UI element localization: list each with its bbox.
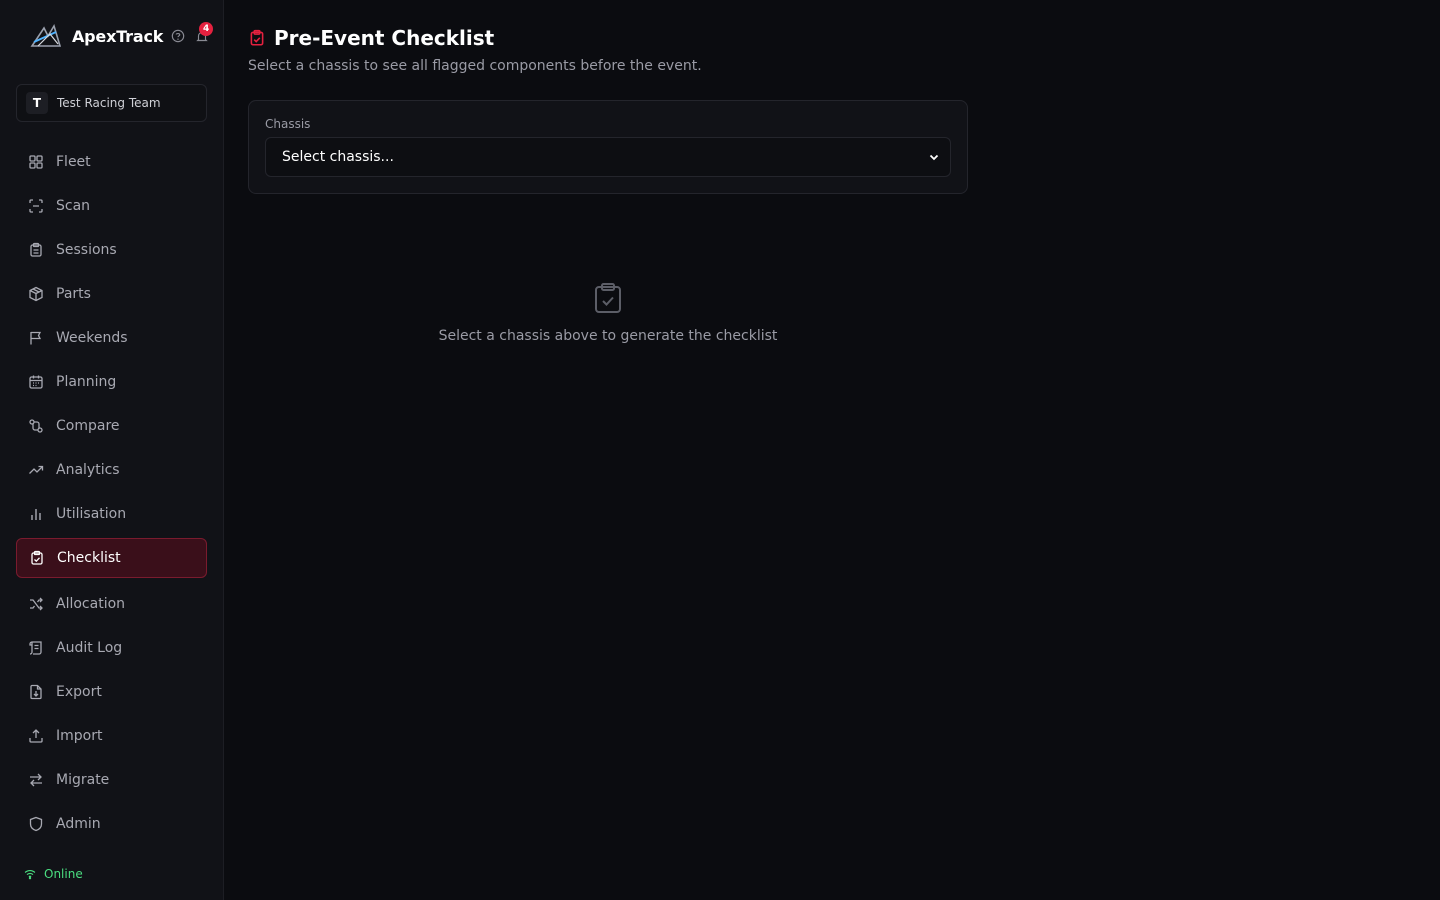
team-name: Test Racing Team <box>57 96 161 110</box>
bar-chart-icon <box>31 509 41 520</box>
sidebar-item-utilisation[interactable]: Utilisation <box>16 494 207 534</box>
chassis-select[interactable]: Select chassis... <box>265 137 951 177</box>
page-subtitle: Select a chassis to see all flagged comp… <box>248 58 702 74</box>
clipboard-check-icon <box>250 29 264 46</box>
page-header: Pre-Event Checklist Select a chassis to … <box>248 24 702 74</box>
help-icon[interactable] <box>171 29 185 43</box>
page-title: Pre-Event Checklist <box>274 26 495 50</box>
sidebar-item-weekends[interactable]: Weekends <box>16 318 207 358</box>
sidebar-item-label: Analytics <box>56 462 120 478</box>
sidebar-item-label: Audit Log <box>56 640 123 656</box>
sidebar-item-label: Checklist <box>57 550 121 566</box>
sidebar-item-label: Admin <box>56 816 101 832</box>
main-content: Pre-Event Checklist Select a chassis to … <box>224 0 1440 900</box>
clipboard-icon <box>30 242 42 257</box>
scroll-icon <box>29 641 42 655</box>
sidebar-item-fleet[interactable]: Fleet <box>16 142 207 182</box>
shield-icon <box>29 816 43 832</box>
sidebar-item-label: Planning <box>56 374 117 390</box>
chassis-label: Chassis <box>265 117 311 131</box>
sidebar-item-checklist[interactable]: Checklist <box>16 538 207 578</box>
sidebar-item-label: Compare <box>56 418 120 434</box>
clipboard-check-icon <box>31 550 43 565</box>
scan-icon <box>29 199 43 213</box>
sidebar-item-import[interactable]: Import <box>16 716 207 756</box>
sidebar-item-label: Import <box>56 728 103 744</box>
grid-icon <box>29 155 43 169</box>
compare-icon <box>29 419 43 433</box>
sidebar-item-label: Allocation <box>56 596 126 612</box>
chassis-card: Chassis Select chassis... <box>248 100 968 194</box>
app-root: ApexTrack 4 T Test Racing Team Fleet Sca… <box>0 0 1440 900</box>
sidebar-item-label: Weekends <box>56 330 128 346</box>
trending-up-icon <box>29 465 44 474</box>
sidebar-item-compare[interactable]: Compare <box>16 406 207 446</box>
sidebar-item-label: Migrate <box>56 772 110 788</box>
chassis-select-value: Select chassis... <box>282 149 394 165</box>
sidebar-item-label: Parts <box>56 286 91 302</box>
sidebar-item-audit-log[interactable]: Audit Log <box>16 628 207 668</box>
flag-icon <box>30 331 42 345</box>
sidebar-item-label: Export <box>56 684 102 700</box>
notifications-button[interactable]: 4 <box>195 22 214 43</box>
sidebar-item-label: Scan <box>56 198 91 214</box>
logo-icon <box>30 24 62 47</box>
sidebar-item-label: Utilisation <box>56 506 127 522</box>
wifi-icon <box>24 870 36 880</box>
clipboard-check-icon <box>595 283 621 313</box>
team-switcher[interactable]: T Test Racing Team <box>16 84 207 122</box>
connection-status: Online <box>24 867 83 881</box>
sidebar-item-analytics[interactable]: Analytics <box>16 450 207 490</box>
upload-icon <box>29 729 43 743</box>
sidebar: ApexTrack 4 T Test Racing Team Fleet Sca… <box>0 0 224 900</box>
sidebar-item-label: Sessions <box>56 242 117 258</box>
package-icon <box>29 286 43 302</box>
shuffle-icon <box>30 597 43 611</box>
notification-badge: 4 <box>199 22 214 36</box>
brand: ApexTrack 4 <box>30 22 214 50</box>
app-name: ApexTrack <box>72 26 164 46</box>
sidebar-item-migrate[interactable]: Migrate <box>16 760 207 800</box>
sidebar-item-sessions[interactable]: Sessions <box>16 230 207 270</box>
file-download-icon <box>30 684 42 700</box>
sidebar-item-admin[interactable]: Admin <box>16 804 207 844</box>
chevron-down-icon <box>929 154 939 161</box>
empty-state: Select a chassis above to generate the c… <box>248 282 968 344</box>
empty-state-message: Select a chassis above to generate the c… <box>438 328 778 344</box>
sidebar-item-export[interactable]: Export <box>16 672 207 712</box>
sidebar-item-label: Fleet <box>56 154 91 170</box>
sidebar-item-allocation[interactable]: Allocation <box>16 584 207 624</box>
sidebar-item-parts[interactable]: Parts <box>16 274 207 314</box>
sidebar-item-scan[interactable]: Scan <box>16 186 207 226</box>
arrows-left-right-icon <box>30 773 42 787</box>
calendar-icon <box>29 375 43 389</box>
status-label: Online <box>44 867 83 881</box>
team-avatar: T <box>26 92 48 114</box>
sidebar-item-planning[interactable]: Planning <box>16 362 207 402</box>
